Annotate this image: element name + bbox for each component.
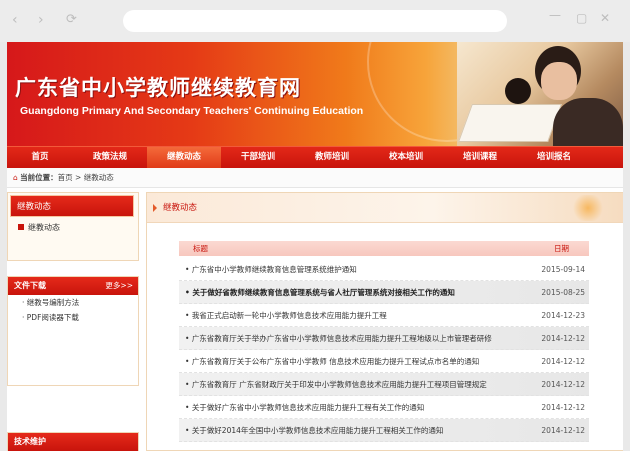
bullet-icon <box>18 224 24 230</box>
site-title: 广东省中小学教师继续教育网 <box>15 75 301 100</box>
breadcrumb-current: 继教动态 <box>83 173 114 182</box>
browser-toolbar: ‹ › ⟳ — ▢ ✕ <box>0 0 630 42</box>
table-row[interactable]: • 我省正式启动新一轮中小学教师信息技术应用能力提升工程 2014-12-23 <box>179 304 589 327</box>
forward-icon[interactable]: › <box>38 12 44 28</box>
downloads-panel: 文件下载 更多>> · 继教号编制方法 · PDF阅读器下载 <box>7 276 139 386</box>
table-row[interactable]: • 广东省中小学教师继续教育信息管理系统维护通知 2015-09-14 <box>179 258 589 281</box>
table-row[interactable]: • 广东省教育厅关于举办广东省中小学教师信息技术应用能力提升工程地级以上市管理者… <box>179 327 589 350</box>
column-date: 日期 <box>554 244 569 253</box>
column-title: 标题 <box>193 244 208 253</box>
sidebar-section-title: 继教动态 <box>10 195 134 217</box>
download-item[interactable]: · PDF阅读器下载 <box>8 310 138 325</box>
web-page: 广东省中小学教师继续教育网 Guangdong Primary And Seco… <box>7 42 623 451</box>
back-icon[interactable]: ‹ <box>12 12 18 28</box>
more-link[interactable]: 更多>> <box>105 277 133 295</box>
table-row[interactable]: • 广东省教育厅关于公布广东省中小学教师 信息技术应用能力提升工程试点市名单的通… <box>179 350 589 373</box>
banner-photo <box>457 42 623 146</box>
site-banner: 广东省中小学教师继续教育网 Guangdong Primary And Seco… <box>7 42 623 146</box>
download-item[interactable]: · 继教号编制方法 <box>8 295 138 310</box>
table-row[interactable]: • 关于做好广东省中小学教师信息技术应用能力提升工程有关工作的通知 2014-12… <box>179 396 589 419</box>
home-icon: ⌂ <box>13 173 18 182</box>
news-panel-header: 继教动态 <box>147 193 623 223</box>
sidebar-item-news[interactable]: 继教动态 <box>8 222 138 234</box>
downloads-title: 文件下载 更多>> <box>8 277 138 295</box>
reload-icon[interactable]: ⟳ <box>66 12 77 27</box>
nav-item-news[interactable]: 继教动态 <box>147 147 221 168</box>
nav-item-school-training[interactable]: 校本培训 <box>369 147 443 168</box>
breadcrumb-home[interactable]: 首页 <box>58 173 73 182</box>
news-panel: 继教动态 标题 日期 • 广东省中小学教师继续教育信息管理系统维护通知 2015-… <box>146 192 623 451</box>
table-row[interactable]: • 关于做好2014年全国中小学教师信息技术应用能力提升工程相关工作的通知 201… <box>179 419 589 442</box>
table-header: 标题 日期 <box>179 241 589 256</box>
table-row[interactable]: • 关于做好省教师继续教育信息管理系统与省人社厅管理系统对接相关工作的通知 201… <box>179 281 589 304</box>
nav-item-policy[interactable]: 政策法规 <box>73 147 147 168</box>
nav-item-courses[interactable]: 培训课程 <box>443 147 517 168</box>
table-row[interactable]: • 广东省教育厅 广东省财政厅关于印发中小学教师信息技术应用能力提升工程项目管理… <box>179 373 589 396</box>
nav-item-home[interactable]: 首页 <box>7 147 73 168</box>
nav-item-signup[interactable]: 培训报名 <box>517 147 591 168</box>
breadcrumb-label: 当前位置： <box>20 173 58 182</box>
site-subtitle: Guangdong Primary And Secondary Teachers… <box>20 105 364 117</box>
sidebar-section: 继教动态 继教动态 <box>7 192 139 261</box>
address-bar[interactable] <box>123 10 507 32</box>
breadcrumb-separator: > <box>72 173 84 182</box>
leaf-decoration <box>571 195 605 221</box>
news-list: • 广东省中小学教师继续教育信息管理系统维护通知 2015-09-14 • 关于做… <box>179 258 589 442</box>
breadcrumb: ⌂ 当前位置：首页 > 继教动态 <box>7 168 623 188</box>
maximize-icon[interactable]: ▢ <box>576 11 587 25</box>
tech-title: 技术维护 <box>8 433 138 451</box>
news-panel-title: 继教动态 <box>163 203 198 213</box>
sidebar-item-label: 继教动态 <box>28 223 60 232</box>
nav-item-teacher-training[interactable]: 教师培训 <box>295 147 369 168</box>
minimize-icon[interactable]: — <box>549 8 561 22</box>
tech-panel: 技术维护 <box>7 432 139 451</box>
close-icon[interactable]: ✕ <box>600 11 610 25</box>
main-nav: 首页 政策法规 继教动态 干部培训 教师培训 校本培训 培训课程 培训报名 <box>7 146 623 168</box>
nav-item-cadre-training[interactable]: 干部培训 <box>221 147 295 168</box>
